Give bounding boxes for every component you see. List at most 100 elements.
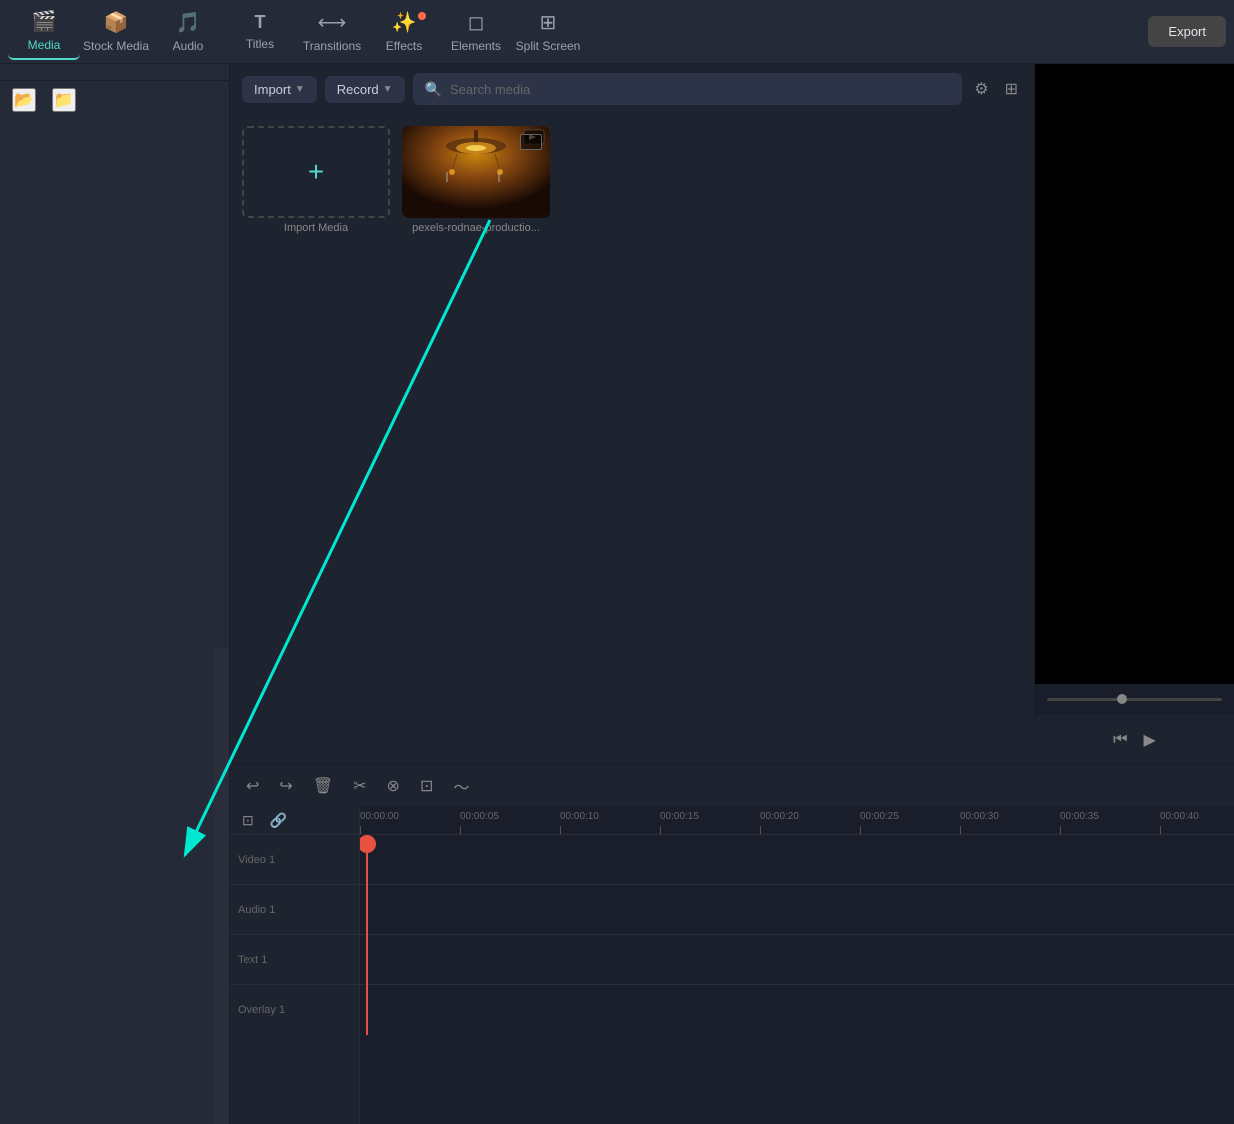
nav-elements-label: Elements — [451, 39, 501, 53]
cut-button[interactable]: ✂ — [349, 772, 370, 800]
media-toolbar: Import ▼ Record ▼ 🔍 ⚙ ⊞ — [230, 64, 1034, 114]
record-chevron-icon: ▼ — [383, 84, 393, 95]
import-placeholder-thumb[interactable]: + — [242, 126, 390, 218]
sidebar-item-project-media[interactable]: ▼ Project Media (1) — [4, 73, 225, 80]
detach-audio-button[interactable]: ⊗ — [383, 772, 404, 800]
track-label-audio: Audio 1 — [230, 885, 359, 935]
track-labels: ⊡ 🔗 Video 1 Audio 1 Text 1 Overlay 1 — [230, 807, 360, 1124]
preview-panel: ⏮ ▶ — [1034, 64, 1234, 764]
import-chevron-icon: ▼ — [295, 84, 305, 95]
track-row-video — [360, 835, 1234, 885]
top-navigation: 🎬 Media 📦 Stock Media 🎵 Audio T Titles ⟷… — [0, 0, 1234, 64]
list-item[interactable]: pexels-rodnae-productio... — [402, 126, 550, 234]
nav-media-label: Media — [28, 38, 61, 52]
import-button[interactable]: Import ▼ — [242, 76, 317, 103]
list-item[interactable]: + Import Media — [242, 126, 390, 234]
playhead[interactable] — [366, 835, 368, 1035]
track-content-area — [360, 835, 1234, 1035]
open-folder-button[interactable]: 📂 — [12, 88, 36, 112]
link-clips-button[interactable]: 🔗 — [266, 808, 291, 833]
sidebar: ▼ Project Media (1) Folder (1) ▶ Shared … — [0, 64, 230, 1124]
timeline-ruler: 00:00:00 00:00:05 00:00:10 00:00:15 00:0… — [360, 807, 1234, 835]
track-label-overlay: Overlay 1 — [230, 985, 359, 1035]
nav-audio-label: Audio — [173, 39, 204, 53]
nav-split-screen[interactable]: ⊞ Split Screen — [512, 4, 584, 60]
grid-view-button[interactable]: ⊞ — [1001, 75, 1022, 103]
ruler-mark-8: 00:00:40 — [1160, 811, 1234, 834]
media-browser: Import ▼ Record ▼ 🔍 ⚙ ⊞ — [230, 64, 1034, 764]
timeline-controls-row: ⊡ 🔗 — [230, 807, 359, 835]
timeline-scroll-area[interactable]: 00:00:00 00:00:05 00:00:10 00:00:15 00:0… — [360, 807, 1234, 1124]
import-label: Import — [254, 82, 291, 97]
ruler-marks-container: 00:00:00 00:00:05 00:00:10 00:00:15 00:0… — [360, 807, 1234, 834]
content-area: Import ▼ Record ▼ 🔍 ⚙ ⊞ — [230, 64, 1234, 1124]
video-label: pexels-rodnae-productio... — [402, 222, 550, 234]
nav-media[interactable]: 🎬 Media — [8, 4, 80, 60]
search-input[interactable] — [450, 82, 950, 97]
record-button[interactable]: Record ▼ — [325, 76, 405, 103]
elements-icon: ◻ — [468, 10, 485, 35]
ruler-mark-0: 00:00:00 — [360, 811, 460, 834]
import-media-label: Import Media — [242, 222, 390, 234]
nav-transitions[interactable]: ⟷ Transitions — [296, 4, 368, 60]
plus-icon: + — [308, 156, 324, 188]
ruler-mark-1: 00:00:05 — [460, 811, 560, 834]
media-icon: 🎬 — [32, 9, 57, 34]
video-thumb[interactable] — [402, 126, 550, 218]
search-bar: 🔍 — [413, 73, 963, 105]
stock-media-icon: 📦 — [104, 10, 129, 35]
sidebar-tree: ▼ Project Media (1) Folder (1) ▶ Shared … — [0, 64, 229, 80]
record-label: Record — [337, 82, 379, 97]
export-button[interactable]: Export — [1148, 16, 1226, 47]
transitions-icon: ⟷ — [318, 10, 347, 35]
sidebar-collapse-button[interactable]: ◀ — [213, 648, 229, 1124]
timeline: ↩ ↪ 🗑 ✂ ⊗ ⊡ 〜 ⊡ 🔗 — [230, 764, 1234, 1124]
ruler-mark-6: 00:00:30 — [960, 811, 1060, 834]
play-button[interactable]: ▶ — [1144, 730, 1156, 750]
sidebar-bottom-toolbar: 📂 📁 — [0, 80, 229, 118]
track-label-video: Video 1 — [230, 835, 359, 885]
step-back-button[interactable]: ⏮ — [1113, 731, 1127, 749]
main-layout: ▼ Project Media (1) Folder (1) ▶ Shared … — [0, 64, 1234, 1124]
ruler-mark-2: 00:00:10 — [560, 811, 660, 834]
nav-transitions-label: Transitions — [303, 39, 361, 53]
preview-video-area — [1035, 64, 1234, 684]
nav-stock-media[interactable]: 📦 Stock Media — [80, 4, 152, 60]
nav-audio[interactable]: 🎵 Audio — [152, 4, 224, 60]
effects-notification-dot — [418, 12, 426, 20]
track-row-text — [360, 935, 1234, 985]
crop-button[interactable]: ⊡ — [416, 772, 437, 800]
video-thumbnail-image — [402, 126, 550, 218]
track-row-overlay — [360, 985, 1234, 1035]
nav-effects[interactable]: ✨ Effects — [368, 4, 440, 60]
fit-to-screen-button[interactable]: ⊡ — [238, 808, 258, 833]
preview-controls: ⏮ ▶ — [1035, 714, 1234, 764]
timeline-body: ⊡ 🔗 Video 1 Audio 1 Text 1 Overlay 1 — [230, 807, 1234, 1124]
ruler-mark-4: 00:00:20 — [760, 811, 860, 834]
nav-elements[interactable]: ◻ Elements — [440, 4, 512, 60]
ruler-mark-5: 00:00:25 — [860, 811, 960, 834]
track-label-text: Text 1 — [230, 935, 359, 985]
upper-area: Import ▼ Record ▼ 🔍 ⚙ ⊞ — [230, 64, 1234, 764]
nav-titles[interactable]: T Titles — [224, 4, 296, 60]
titles-icon: T — [255, 12, 266, 33]
audio-icon: 🎵 — [176, 10, 201, 35]
track-row-audio — [360, 885, 1234, 935]
split-screen-icon: ⊞ — [540, 10, 557, 35]
delete-button[interactable]: 🗑 — [309, 772, 337, 800]
add-folder-button[interactable]: 📁 — [52, 88, 76, 112]
volume-slider-area — [1035, 684, 1234, 714]
waveform-button[interactable]: 〜 — [449, 770, 473, 802]
ruler-mark-3: 00:00:15 — [660, 811, 760, 834]
nav-effects-label: Effects — [386, 39, 422, 53]
volume-thumb[interactable] — [1117, 694, 1127, 704]
search-icon: 🔍 — [425, 81, 442, 98]
undo-button[interactable]: ↩ — [242, 772, 263, 800]
volume-track[interactable] — [1047, 698, 1222, 701]
filter-button[interactable]: ⚙ — [970, 75, 992, 103]
ruler-mark-7: 00:00:35 — [1060, 811, 1160, 834]
redo-button[interactable]: ↪ — [275, 772, 296, 800]
nav-stock-media-label: Stock Media — [83, 39, 149, 53]
nav-split-screen-label: Split Screen — [516, 39, 581, 53]
nav-titles-label: Titles — [246, 37, 274, 51]
